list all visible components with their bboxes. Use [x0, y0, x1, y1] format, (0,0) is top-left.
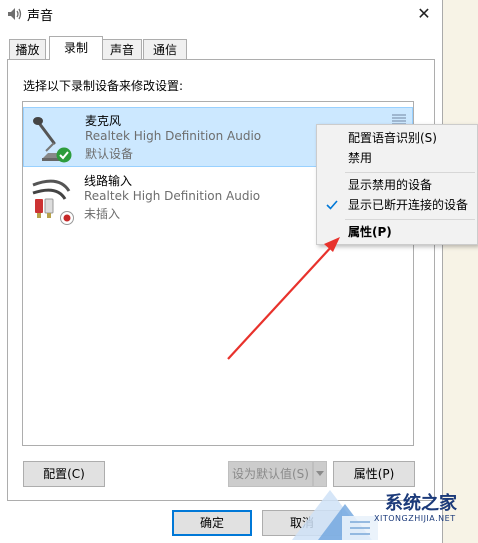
tab-playback[interactable]: 播放	[9, 39, 46, 59]
unplugged-badge-icon	[60, 211, 74, 225]
watermark-text: 系统之家	[385, 493, 457, 514]
default-check-badge-icon	[56, 147, 72, 163]
close-button[interactable]: ✕	[408, 2, 440, 26]
menu-item-disable[interactable]: 禁用	[317, 147, 477, 169]
menu-item-show-disconnected[interactable]: 显示已断开连接的设备	[317, 194, 477, 216]
instruction-label: 选择以下录制设备来修改设置:	[23, 79, 184, 93]
checkmark-icon	[326, 200, 338, 210]
device-driver: Realtek High Definition Audio	[85, 129, 262, 143]
title-bar: 声音 ✕	[0, 0, 442, 28]
window-title: 声音	[27, 9, 54, 24]
device-status: 未插入	[84, 207, 121, 221]
menu-item-show-disabled[interactable]: 显示禁用的设备	[317, 174, 477, 196]
menu-separator	[345, 172, 475, 173]
configure-button[interactable]: 配置(C)	[23, 461, 105, 487]
menu-item-properties[interactable]: 属性(P)	[317, 221, 477, 243]
watermark-url: XITONGZHIJIA.NET	[374, 514, 456, 523]
tab-recording[interactable]: 录制	[49, 36, 103, 60]
tab-communications[interactable]: 通信	[143, 39, 187, 59]
ok-button[interactable]: 确定	[172, 510, 252, 536]
tab-sounds[interactable]: 声音	[102, 39, 142, 59]
context-menu: 配置语音识别(S) 禁用 显示禁用的设备 显示已断开连接的设备 属性(P)	[316, 124, 478, 245]
menu-separator	[345, 219, 475, 220]
device-name: 麦克风	[85, 114, 122, 128]
device-driver: Realtek High Definition Audio	[84, 189, 261, 203]
chevron-down-icon	[316, 471, 324, 476]
device-status: 默认设备	[85, 147, 134, 161]
close-icon: ✕	[417, 4, 431, 23]
sound-dialog: 声音 ✕ 播放 录制 声音 通信 选择以下录制设备来修改设置: 麦克风 Real…	[0, 0, 443, 543]
device-name: 线路输入	[84, 174, 133, 188]
speaker-icon	[8, 8, 22, 20]
menu-item-configure-speech[interactable]: 配置语音识别(S)	[317, 127, 477, 149]
